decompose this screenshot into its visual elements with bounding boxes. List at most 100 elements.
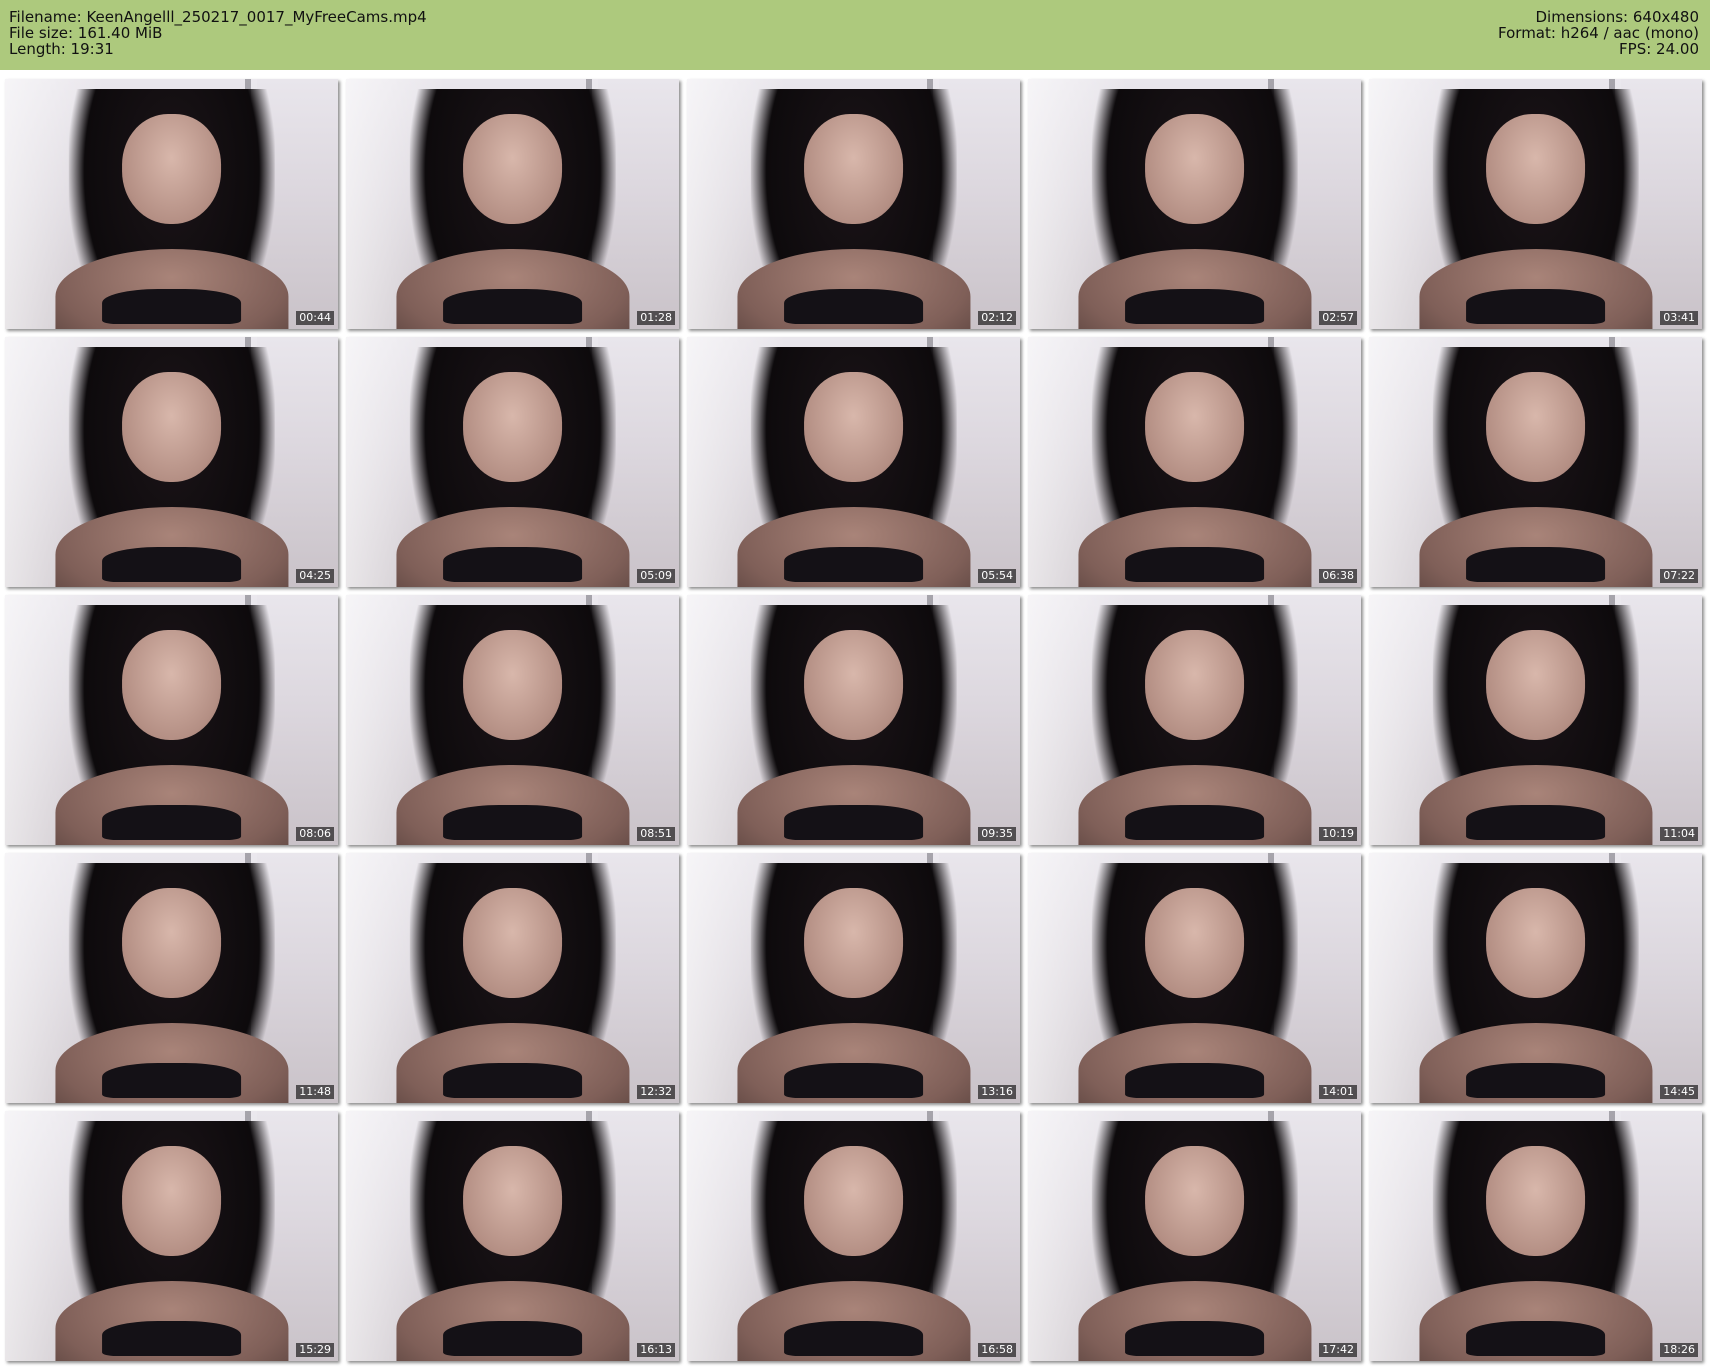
subject-face (1144, 372, 1245, 482)
subject-clothing (783, 1063, 924, 1098)
thumbnail-timestamp: 02:12 (978, 311, 1016, 325)
subject-face (803, 888, 904, 998)
video-thumbnail[interactable]: 17:42 (1028, 1111, 1361, 1361)
subject-face (1144, 1146, 1245, 1256)
subject-clothing (783, 1321, 924, 1356)
video-thumbnail[interactable]: 16:58 (687, 1111, 1020, 1361)
info-header: Filename: KeenAngelll_250217_0017_MyFree… (0, 0, 1710, 70)
thumbnail-timestamp: 10:19 (1319, 827, 1357, 841)
video-thumbnail[interactable]: 00:44 (5, 79, 338, 329)
thumbnail-timestamp: 11:04 (1660, 827, 1698, 841)
video-thumbnail[interactable]: 09:35 (687, 595, 1020, 845)
thumbnail-timestamp: 18:26 (1660, 1343, 1698, 1357)
thumbnail-timestamp: 13:16 (978, 1085, 1016, 1099)
subject-clothing (101, 1321, 242, 1356)
video-thumbnail[interactable]: 02:12 (687, 79, 1020, 329)
thumbnail-timestamp: 16:13 (637, 1343, 675, 1357)
subject-face (462, 888, 563, 998)
length-label: Length: 19:31 (9, 40, 114, 58)
subject-face (803, 1146, 904, 1256)
subject-clothing (1465, 805, 1606, 840)
subject-face (462, 630, 563, 740)
subject-face (1485, 372, 1586, 482)
video-thumbnail[interactable]: 03:41 (1369, 79, 1702, 329)
subject-clothing (442, 547, 583, 582)
thumbnail-timestamp: 15:29 (296, 1343, 334, 1357)
subject-clothing (783, 289, 924, 324)
video-thumbnail[interactable]: 04:25 (5, 337, 338, 587)
thumbnail-timestamp: 06:38 (1319, 569, 1357, 583)
video-thumbnail[interactable]: 11:04 (1369, 595, 1702, 845)
thumbnail-timestamp: 02:57 (1319, 311, 1357, 325)
subject-face (462, 1146, 563, 1256)
video-thumbnail[interactable]: 07:22 (1369, 337, 1702, 587)
subject-clothing (442, 289, 583, 324)
subject-face (1144, 888, 1245, 998)
thumbnail-timestamp: 05:54 (978, 569, 1016, 583)
thumbnail-timestamp: 16:58 (978, 1343, 1016, 1357)
filename-label: Filename: KeenAngelll_250217_0017_MyFree… (9, 8, 427, 26)
video-thumbnail[interactable]: 08:06 (5, 595, 338, 845)
subject-clothing (1465, 289, 1606, 324)
subject-face (1144, 630, 1245, 740)
subject-face (1485, 630, 1586, 740)
video-thumbnail[interactable]: 02:57 (1028, 79, 1361, 329)
thumbnail-timestamp: 08:51 (637, 827, 675, 841)
video-thumbnail[interactable]: 18:26 (1369, 1111, 1702, 1361)
subject-clothing (101, 1063, 242, 1098)
subject-face (121, 372, 222, 482)
subject-clothing (1465, 1321, 1606, 1356)
file-info: Filename: KeenAngelll_250217_0017_MyFree… (9, 9, 427, 57)
video-thumbnail[interactable]: 14:01 (1028, 853, 1361, 1103)
video-thumbnail[interactable]: 01:28 (346, 79, 679, 329)
subject-face (462, 372, 563, 482)
thumbnail-timestamp: 14:45 (1660, 1085, 1698, 1099)
video-thumbnail[interactable]: 12:32 (346, 853, 679, 1103)
thumbnail-timestamp: 04:25 (296, 569, 334, 583)
subject-clothing (1465, 1063, 1606, 1098)
subject-clothing (101, 805, 242, 840)
thumbnail-timestamp: 00:44 (296, 311, 334, 325)
subject-face (1144, 114, 1245, 224)
subject-clothing (1465, 547, 1606, 582)
subject-clothing (101, 547, 242, 582)
video-thumbnail[interactable]: 06:38 (1028, 337, 1361, 587)
video-thumbnail[interactable]: 05:09 (346, 337, 679, 587)
video-thumbnail[interactable]: 05:54 (687, 337, 1020, 587)
thumbnail-timestamp: 03:41 (1660, 311, 1698, 325)
subject-face (1485, 888, 1586, 998)
subject-face (462, 114, 563, 224)
thumbnail-timestamp: 09:35 (978, 827, 1016, 841)
subject-clothing (101, 289, 242, 324)
thumbnail-timestamp: 17:42 (1319, 1343, 1357, 1357)
video-thumbnail[interactable]: 11:48 (5, 853, 338, 1103)
thumbnail-timestamp: 07:22 (1660, 569, 1698, 583)
video-thumbnail[interactable]: 15:29 (5, 1111, 338, 1361)
thumbnail-grid: 00:44 01:28 02:12 02:57 03:41 04:25 05:09 05:54… (5, 79, 1702, 1361)
video-thumbnail[interactable]: 08:51 (346, 595, 679, 845)
subject-face (803, 114, 904, 224)
thumbnail-timestamp: 14:01 (1319, 1085, 1357, 1099)
thumbnail-timestamp: 11:48 (296, 1085, 334, 1099)
video-thumbnail[interactable]: 13:16 (687, 853, 1020, 1103)
subject-clothing (442, 1321, 583, 1356)
thumbnail-timestamp: 08:06 (296, 827, 334, 841)
subject-face (121, 1146, 222, 1256)
subject-face (803, 630, 904, 740)
subject-clothing (442, 805, 583, 840)
subject-clothing (1124, 289, 1265, 324)
video-thumbnail[interactable]: 14:45 (1369, 853, 1702, 1103)
subject-clothing (1124, 1063, 1265, 1098)
thumbnail-timestamp: 12:32 (637, 1085, 675, 1099)
subject-face (803, 372, 904, 482)
video-thumbnail[interactable]: 16:13 (346, 1111, 679, 1361)
media-info: Dimensions: 640x480 Format: h264 / aac (… (1498, 9, 1699, 57)
format-label: Format: h264 / aac (mono) (1498, 24, 1699, 42)
thumbnail-timestamp: 01:28 (637, 311, 675, 325)
subject-clothing (783, 805, 924, 840)
subject-face (1485, 114, 1586, 224)
video-thumbnail[interactable]: 10:19 (1028, 595, 1361, 845)
subject-face (121, 114, 222, 224)
subject-face (1485, 1146, 1586, 1256)
subject-clothing (1124, 547, 1265, 582)
